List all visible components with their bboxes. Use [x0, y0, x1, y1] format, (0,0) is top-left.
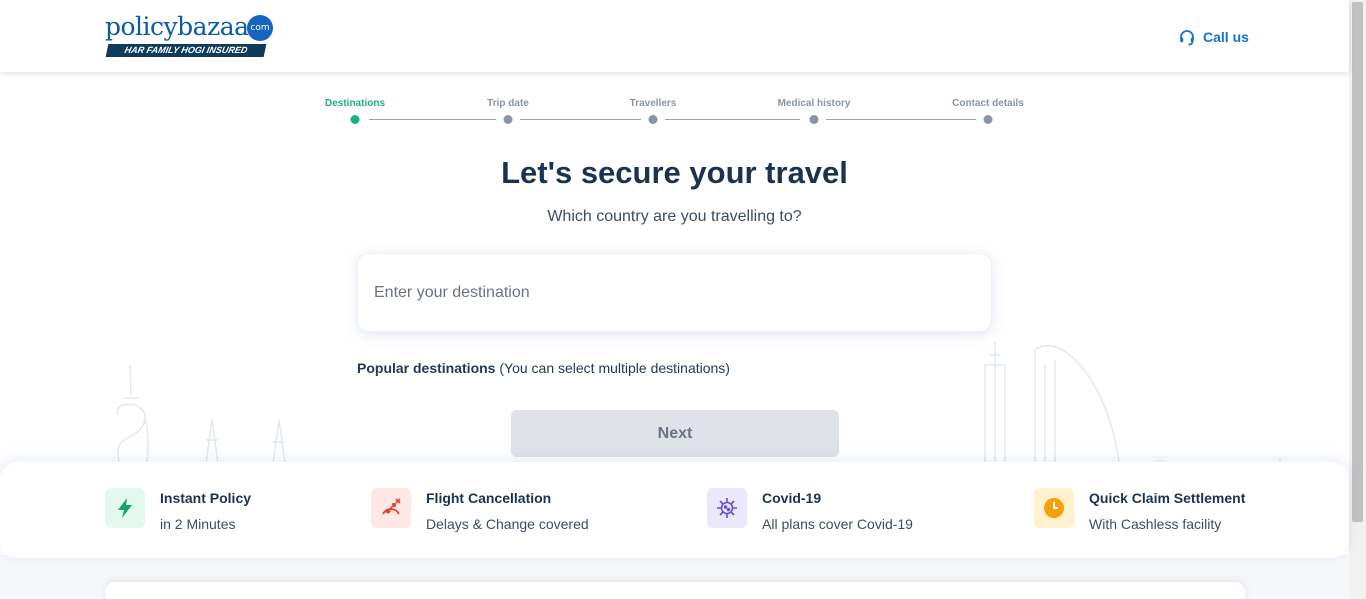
step-travellers-dot — [648, 115, 658, 124]
step-connector — [665, 119, 800, 120]
page-subtitle: Which country are you travelling to? — [547, 208, 802, 225]
logo-tagline: HAR FAMILY HOGI INSURED — [105, 44, 267, 57]
progress-stepper: Destinations Trip date Travellers Medica… — [300, 96, 1060, 126]
logo-wordmark: policybazaar — [105, 12, 261, 41]
next-button[interactable]: Next — [511, 410, 839, 457]
feature-subtitle: All plans cover Covid-19 — [762, 516, 913, 532]
lightning-icon — [105, 488, 145, 528]
virus-icon — [707, 488, 747, 528]
call-us-button[interactable]: Call us — [1178, 27, 1249, 47]
logo-com-badge: com — [247, 15, 273, 41]
page-title: Let's secure your travel — [501, 155, 848, 190]
step-connector — [520, 119, 641, 120]
bottom-content-card — [105, 582, 1245, 599]
popular-destinations-note: (You can select multiple destinations) — [499, 360, 730, 376]
step-travellers-label: Travellers — [629, 98, 677, 109]
feature-subtitle: With Cashless facility — [1089, 516, 1222, 532]
vertical-scrollbar[interactable] — [1349, 0, 1366, 599]
step-destinations-label[interactable]: Destinations — [325, 98, 385, 109]
step-medical-history-dot — [809, 115, 819, 124]
scrollbar-thumb[interactable] — [1352, 2, 1363, 522]
feature-subtitle: in 2 Minutes — [160, 516, 236, 532]
step-medical-history-label: Medical history — [777, 98, 851, 109]
features-band: Instant Policy in 2 Minutes Flight Cance… — [0, 462, 1349, 558]
step-connector — [369, 119, 496, 120]
step-trip-date-dot — [503, 115, 513, 124]
feature-subtitle: Delays & Change covered — [426, 516, 589, 532]
flight-cancel-icon — [371, 488, 411, 528]
clock-icon — [1034, 488, 1074, 528]
step-destinations-dot — [350, 115, 360, 124]
popular-destinations: Popular destinations (You can select mul… — [357, 360, 730, 376]
call-us-label: Call us — [1203, 29, 1249, 45]
feature-title: Flight Cancellation — [426, 490, 552, 506]
feature-title: Covid-19 — [762, 490, 822, 506]
policybazaar-logo[interactable]: policybazaar com HAR FAMILY HOGI INSURED — [105, 12, 285, 60]
step-connector — [826, 119, 976, 120]
destination-input-box — [357, 253, 992, 332]
feature-title: Instant Policy — [160, 490, 252, 506]
headset-icon — [1180, 30, 1194, 46]
step-contact-details-dot — [983, 115, 993, 124]
destination-input[interactable] — [358, 254, 991, 331]
popular-destinations-label: Popular destinations — [357, 360, 496, 376]
feature-title: Quick Claim Settlement — [1089, 490, 1246, 506]
site-header: policybazaar com HAR FAMILY HOGI INSURED… — [0, 0, 1349, 72]
step-contact-details-label: Contact details — [952, 98, 1024, 109]
step-trip-date-label: Trip date — [487, 98, 529, 109]
